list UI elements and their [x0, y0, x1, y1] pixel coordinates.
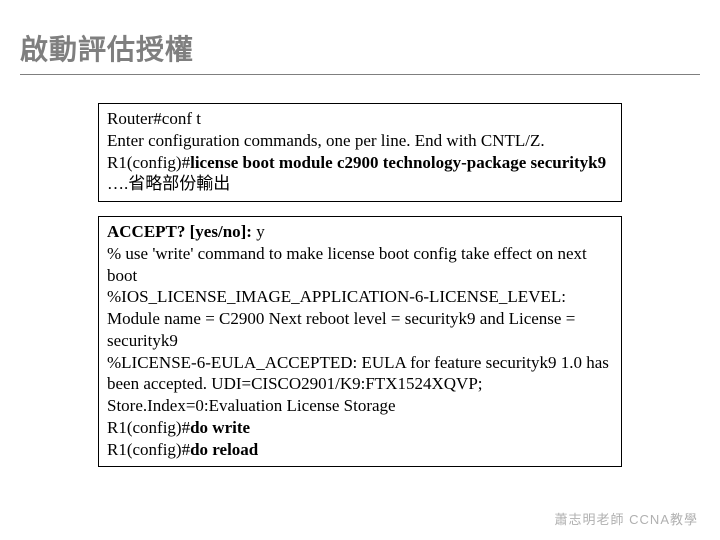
- term1-prompt-2: R1(config)#: [107, 153, 190, 172]
- term1-line-1: Router#conf t: [107, 108, 613, 130]
- term2-prompt-2: R1(config)#: [107, 440, 190, 459]
- slide-title: 啟動評估授權: [20, 28, 700, 75]
- footer-credit: 蕭志明老師 CCNA教學: [555, 509, 698, 528]
- term2-line-2: % use 'write' command to make license bo…: [107, 243, 613, 287]
- term2-prompt-1: R1(config)#: [107, 418, 190, 437]
- term2-cmd-1: do write: [190, 418, 250, 437]
- term1-cmd-2: license boot module c2900 technology-pac…: [190, 153, 606, 172]
- term2-answer: y: [256, 222, 265, 241]
- content-area: Router#conf t Enter configuration comman…: [20, 103, 700, 467]
- term2-cmd-2: do reload: [190, 440, 258, 459]
- term2-line-3: %IOS_LICENSE_IMAGE_APPLICATION-6-LICENSE…: [107, 286, 613, 351]
- term2-line-5: R1(config)#do write: [107, 417, 613, 439]
- term2-line-4: %LICENSE-6-EULA_ACCEPTED: EULA for featu…: [107, 352, 613, 417]
- term1-prompt-1: Router#: [107, 109, 162, 128]
- slide: 啟動評估授權 Router#conf t Enter configuration…: [0, 0, 720, 467]
- term1-line-3: R1(config)#license boot module c2900 tec…: [107, 152, 613, 174]
- term2-line-6: R1(config)#do reload: [107, 439, 613, 461]
- term2-line-1: ACCEPT? [yes/no]: y: [107, 221, 613, 243]
- term1-line-2: Enter configuration commands, one per li…: [107, 130, 613, 152]
- terminal-box-1: Router#conf t Enter configuration comman…: [98, 103, 622, 202]
- terminal-box-2: ACCEPT? [yes/no]: y % use 'write' comman…: [98, 216, 622, 467]
- term1-cmd-1: conf t: [162, 109, 201, 128]
- term1-line-4: ….省略部份輸出: [107, 173, 613, 195]
- term2-prompt-accept: ACCEPT? [yes/no]:: [107, 222, 256, 241]
